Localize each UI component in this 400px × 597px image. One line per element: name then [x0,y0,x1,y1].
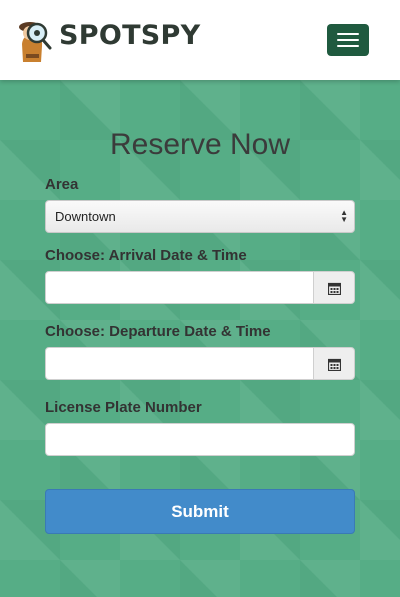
select-arrows-icon: ▲ ▼ [340,208,348,224]
menu-toggle-button[interactable] [327,24,369,56]
arrival-label: Choose: Arrival Date & Time [45,247,247,264]
license-plate-input[interactable] [45,423,355,456]
calendar-icon [328,282,341,295]
hamburger-menu-icon-bar [337,45,359,47]
area-label: Area [45,176,79,193]
area-select[interactable]: Downtown ▲ ▼ [45,200,355,233]
navbar: SPOTSPY [0,0,400,80]
departure-datetime-input[interactable] [45,347,314,380]
hamburger-menu-icon [337,33,359,35]
calendar-icon [328,358,341,371]
submit-button[interactable]: Submit [45,489,355,534]
detective-magnifier-icon[interactable] [14,14,54,64]
area-select-value: Downtown [55,209,116,224]
license-plate-label: License Plate Number [45,399,202,416]
arrival-calendar-button[interactable] [313,271,355,304]
brand-name[interactable]: SPOTSPY [59,20,201,51]
hamburger-menu-icon-bar [337,39,359,41]
form-title: Reserve Now [109,128,291,161]
departure-calendar-button[interactable] [313,347,355,380]
departure-label: Choose: Departure Date & Time [45,323,271,340]
arrival-datetime-input[interactable] [45,271,314,304]
